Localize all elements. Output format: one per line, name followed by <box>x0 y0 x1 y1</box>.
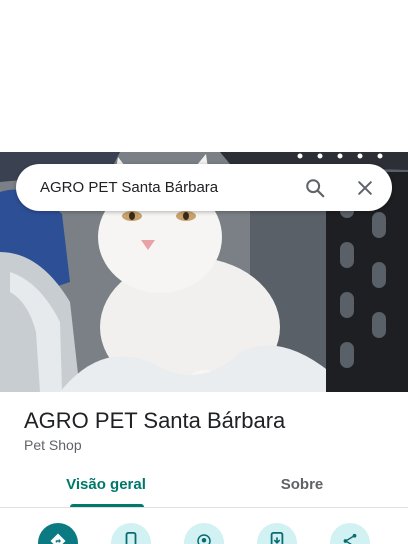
search-icon[interactable] <box>300 173 330 203</box>
tab-overview[interactable]: Visão geral <box>4 470 208 508</box>
directions-button[interactable] <box>38 523 78 544</box>
send-to-phone-button[interactable] <box>257 523 297 544</box>
phone-icon <box>123 532 139 544</box>
place-details-page: AGRO PET Santa Bárbara AGRO PET Santa Bá… <box>0 0 408 544</box>
place-category[interactable]: Pet Shop <box>24 437 82 453</box>
place-tabs: Visão geral Sobre <box>0 470 408 508</box>
nearby-button[interactable] <box>184 523 224 544</box>
share-icon <box>341 532 359 544</box>
tabs-divider <box>0 507 408 508</box>
share-button[interactable] <box>330 523 370 544</box>
directions-icon <box>49 532 67 544</box>
close-icon[interactable] <box>350 173 380 203</box>
tab-about[interactable]: Sobre <box>200 470 404 508</box>
save-to-phone-icon <box>269 532 285 544</box>
search-bar[interactable]: AGRO PET Santa Bárbara <box>16 164 392 211</box>
call-button[interactable] <box>111 523 151 544</box>
search-query-text[interactable]: AGRO PET Santa Bárbara <box>40 164 218 211</box>
place-title: AGRO PET Santa Bárbara <box>24 408 286 433</box>
nearby-icon <box>195 532 213 544</box>
